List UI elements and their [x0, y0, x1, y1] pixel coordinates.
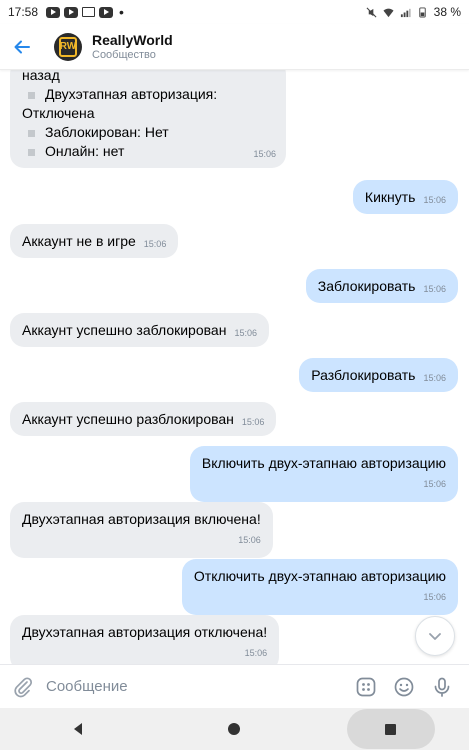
- signal-icon: [400, 8, 411, 17]
- nav-recents-button[interactable]: [346, 709, 435, 749]
- more-notifications-dot: •: [119, 4, 124, 20]
- chat-title-block[interactable]: ReallyWorld Сообщество: [92, 32, 173, 61]
- message-text: Двухэтапная авторизация включена!: [22, 511, 261, 527]
- info-line-text: назад: [22, 70, 60, 83]
- status-time: 17:58: [8, 5, 39, 19]
- status-bar: 17:58 • 38 %: [0, 0, 469, 24]
- voice-message-button[interactable]: [423, 665, 461, 709]
- info-line-text: Отключена: [22, 105, 95, 121]
- info-line: назад: [22, 70, 274, 85]
- message-incoming[interactable]: Аккаунт не в игре 15:06: [10, 224, 179, 258]
- message-outgoing[interactable]: Отключить двух-этапнаю авторизацию 15:06: [181, 559, 458, 615]
- message-composer: [0, 664, 469, 708]
- triangle-back-icon: [74, 723, 83, 735]
- circle-home-icon: [228, 723, 241, 735]
- message-outgoing[interactable]: Включить двух-этапнаю авторизацию 15:06: [189, 446, 458, 502]
- message-time: 15:06: [143, 238, 167, 249]
- paperclip-icon: [14, 676, 33, 697]
- mute-icon: [366, 7, 377, 17]
- message-time: 15:06: [423, 372, 446, 383]
- message-text: Заблокировать: [317, 277, 416, 294]
- message-list[interactable]: назад Двухэтапная авторизация: Отключена…: [0, 70, 469, 664]
- message-time: 15:06: [238, 535, 261, 545]
- message-time: 15:06: [423, 479, 446, 489]
- back-button[interactable]: [0, 24, 44, 70]
- message-incoming[interactable]: Двухэтапная авторизация включена! 15:06: [10, 502, 273, 558]
- youtube-notification-icon-3: [99, 6, 114, 18]
- message-text: Двухэтапная авторизация отключена!: [22, 624, 268, 640]
- info-line-text: Заблокирован: Нет: [45, 124, 169, 140]
- wifi-icon: [383, 8, 394, 17]
- bullet-square-icon: [28, 91, 35, 99]
- message-outgoing[interactable]: Заблокировать 15:06: [305, 269, 458, 303]
- bot-keyboard-icon: [356, 677, 376, 696]
- message-time: 15:06: [253, 149, 276, 159]
- message-text: Аккаунт не в игре: [22, 232, 136, 249]
- message-time: 15:06: [234, 327, 257, 338]
- message-text: Включить двух-этапнаю авторизацию: [201, 455, 446, 471]
- microphone-icon: [434, 677, 450, 697]
- scroll-to-bottom-button[interactable]: [415, 616, 455, 656]
- smile-icon: [394, 677, 414, 696]
- gmail-notification-icon: [82, 7, 96, 17]
- info-line: Двухэтапная авторизация:: [22, 85, 274, 104]
- arrow-left-icon: [14, 40, 30, 53]
- avatar-logo: RW: [59, 36, 77, 57]
- square-recents-icon: [385, 723, 397, 735]
- message-text: Разблокировать: [311, 366, 416, 383]
- message-incoming-info[interactable]: назад Двухэтапная авторизация: Отключена…: [10, 70, 286, 168]
- info-line: Онлайн: нет: [22, 142, 274, 161]
- nav-back-button[interactable]: [34, 709, 122, 749]
- chat-subtitle: Сообщество: [92, 49, 156, 61]
- message-time: 15:06: [423, 592, 446, 602]
- info-line: Отключена: [22, 104, 274, 123]
- attach-button[interactable]: [0, 665, 46, 709]
- battery-icon: [418, 6, 426, 18]
- message-text: Аккаунт успешно заблокирован: [22, 321, 227, 338]
- chat-title: ReallyWorld: [92, 32, 173, 48]
- info-line: Заблокирован: Нет: [22, 123, 274, 142]
- system-navigation-bar: [0, 708, 469, 750]
- chevron-down-icon: [429, 633, 441, 640]
- message-text: Кикнуть: [364, 188, 416, 205]
- message-time: 15:06: [241, 416, 265, 427]
- status-right-group: 38 %: [366, 5, 461, 19]
- message-text: Отключить двух-этапнаю авторизацию: [193, 568, 446, 584]
- message-time: 15:06: [423, 283, 446, 294]
- info-line-text: Двухэтапная авторизация:: [45, 86, 218, 102]
- message-incoming[interactable]: Аккаунт успешно заблокирован 15:06: [10, 313, 269, 347]
- message-text: Аккаунт успешно разблокирован: [22, 410, 234, 427]
- info-line-text: Онлайн: нет: [45, 143, 125, 159]
- emoji-button[interactable]: [385, 665, 423, 709]
- chat-screen: 17:58 • 38 % RW ReallyWorld Сообщество н…: [0, 0, 469, 750]
- youtube-notification-icon: [46, 6, 61, 18]
- battery-percent: 38 %: [433, 5, 461, 19]
- message-time: 15:06: [244, 648, 268, 658]
- bot-keyboard-button[interactable]: [347, 665, 385, 709]
- message-outgoing[interactable]: Кикнуть 15:06: [352, 180, 458, 214]
- message-outgoing[interactable]: Разблокировать 15:06: [299, 358, 458, 392]
- message-input[interactable]: [46, 671, 347, 702]
- bullet-square-icon: [28, 148, 35, 156]
- message-time: 15:06: [423, 194, 446, 205]
- nav-home-button[interactable]: [190, 709, 278, 749]
- community-avatar[interactable]: RW: [54, 32, 82, 61]
- message-incoming[interactable]: Аккаунт успешно разблокирован 15:06: [10, 402, 277, 436]
- message-incoming[interactable]: Двухэтапная авторизация отключена! 15:06: [10, 615, 280, 664]
- youtube-notification-icon-2: [64, 6, 79, 18]
- bullet-square-icon: [28, 129, 35, 137]
- chat-header: RW ReallyWorld Сообщество: [0, 24, 469, 70]
